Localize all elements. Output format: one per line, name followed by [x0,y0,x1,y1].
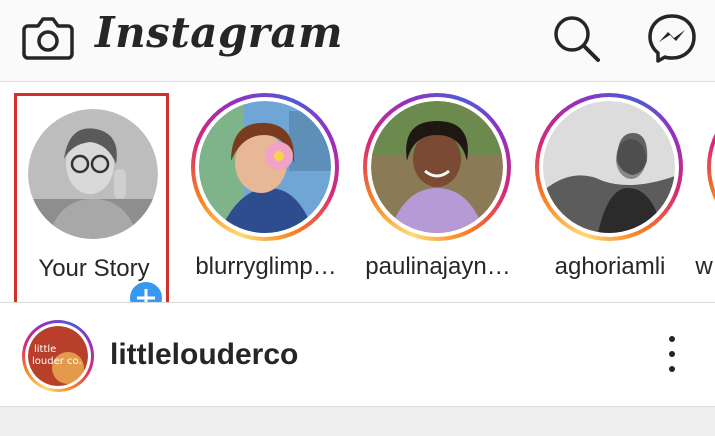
search-icon[interactable] [550,12,602,64]
camera-icon[interactable] [22,14,74,60]
story-avatar[interactable] [363,93,511,241]
story-label: paulinajayn… [365,253,511,280]
messenger-icon[interactable] [646,12,698,64]
story-photo [371,101,503,233]
story-photo [543,101,675,233]
story-item[interactable]: blurryglimp… [180,83,352,302]
svg-text:little: little [34,344,56,355]
post-username[interactable]: littlelouderco [110,338,298,372]
story-item[interactable]: paulinajayn… [352,83,524,302]
post-avatar-image: little louder co. [28,326,88,386]
top-bar: Instagram [0,0,715,82]
story-label: blurryglimp… [195,253,337,280]
post-header: little louder co. littlelouderco [0,304,715,406]
story-photo [199,101,331,233]
story-avatar[interactable] [535,93,683,241]
story-avatar[interactable] [707,93,715,241]
story-item[interactable]: w [695,83,715,302]
your-story-highlight-box [14,93,169,302]
more-options-icon[interactable] [662,334,682,374]
stories-tray: Your Story blurryglimp… paulinajayn… agh… [0,83,715,303]
story-avatar[interactable] [191,93,339,241]
story-label: w [695,253,713,280]
post-author-avatar[interactable]: little louder co. [22,320,94,392]
post-media-top-edge [0,406,715,436]
instagram-wordmark: Instagram [95,8,344,57]
svg-text:louder co.: louder co. [32,356,82,367]
